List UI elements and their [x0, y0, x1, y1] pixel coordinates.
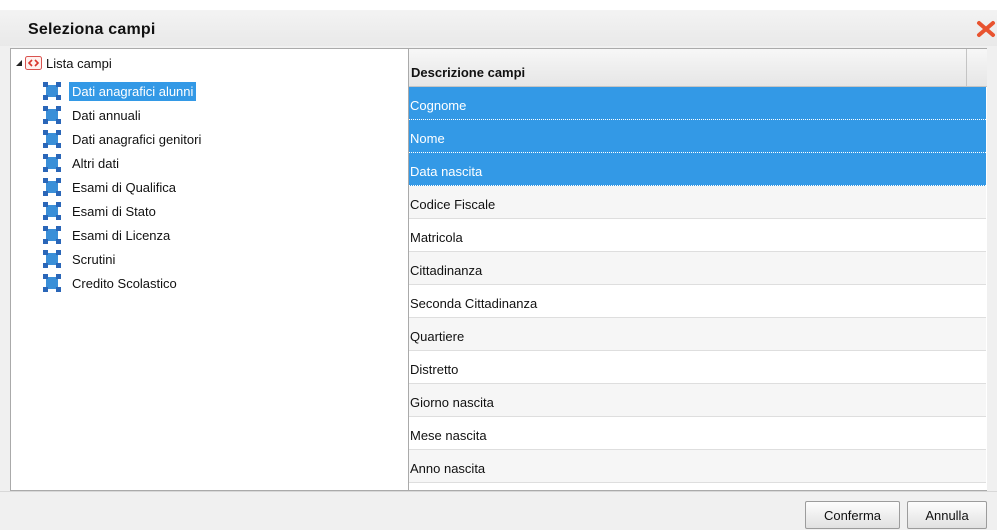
grid-cell: Distretto [410, 362, 459, 377]
tree-item-label: Altri dati [72, 155, 119, 171]
node-square-icon [43, 274, 61, 292]
select-fields-dialog: Seleziona campi Lista campi Dati anagraf… [0, 0, 997, 530]
field-list-tree: Lista campi Dati anagrafici alunni Dati a… [10, 48, 409, 491]
tree-item[interactable]: Esami di Licenza [43, 225, 173, 245]
node-square-icon [43, 202, 61, 220]
node-square-icon [43, 250, 61, 268]
tree-item-label: Esami di Licenza [72, 227, 171, 243]
node-square-icon [43, 130, 61, 148]
tree-item[interactable]: Esami di Qualifica [43, 177, 179, 197]
close-icon[interactable] [975, 18, 997, 40]
tree-item[interactable]: Scrutini [43, 249, 118, 269]
grid-row[interactable]: Quartiere [409, 318, 986, 351]
grid-row[interactable]: Nome [409, 120, 986, 153]
grid-row[interactable]: Cittadinanza [409, 252, 986, 285]
grid-row[interactable]: Distretto [409, 351, 986, 384]
tree-item[interactable]: Esami di Stato [43, 201, 159, 221]
tree-expand-icon[interactable] [15, 59, 23, 67]
code-tag-icon [25, 56, 42, 70]
grid-row[interactable]: Cognome [409, 87, 986, 120]
grid-row[interactable]: Giorno nascita [409, 384, 986, 417]
tree-item[interactable]: Dati anagrafici genitori [43, 129, 204, 149]
confirm-button[interactable]: Conferma [805, 501, 900, 529]
node-square-icon [43, 106, 61, 124]
tree-root[interactable]: Lista campi [15, 55, 112, 71]
dialog-title: Seleziona campi [28, 21, 156, 38]
tree-item-label: Scrutini [72, 251, 116, 267]
node-square-icon [43, 226, 61, 244]
grid-cell: Data nascita [410, 164, 483, 179]
dialog-footer: Conferma Annulla [0, 491, 997, 530]
tree-root-label: Lista campi [46, 55, 112, 71]
node-square-icon [43, 82, 61, 100]
grid-header[interactable]: Descrizione campi [409, 49, 987, 87]
field-description-grid: Descrizione campi Cognome Nome Data nascit… [409, 48, 987, 491]
cancel-button[interactable]: Annulla [907, 501, 987, 529]
grid-header-label: Descrizione campi [411, 65, 526, 80]
tree-item[interactable]: Dati anagrafici alunni [43, 81, 197, 101]
grid-row[interactable]: Data nascita [409, 153, 986, 186]
node-square-icon [43, 154, 61, 172]
tree-item-label: Dati annuali [72, 107, 141, 123]
tree-item-label: Esami di Stato [72, 203, 156, 219]
grid-cell: Nome [410, 131, 445, 146]
grid-header-separator [966, 49, 967, 87]
tree-item[interactable]: Credito Scolastico [43, 273, 180, 293]
dialog-titlebar: Seleziona campi [0, 0, 997, 46]
grid-cell: Cittadinanza [410, 263, 483, 278]
tree-item[interactable]: Altri dati [43, 153, 122, 173]
grid-cell: Anno nascita [410, 461, 486, 476]
tree-item-label: Credito Scolastico [72, 275, 177, 291]
grid-row[interactable]: Matricola [409, 219, 986, 252]
node-square-icon [43, 178, 61, 196]
grid-cell: Codice Fiscale [410, 197, 496, 212]
grid-row[interactable]: Codice Fiscale [409, 186, 986, 219]
grid-cell: Mese nascita [410, 428, 487, 443]
grid-row[interactable]: Anno nascita [409, 450, 986, 483]
grid-cell: Cognome [410, 98, 467, 113]
tree-item-label: Dati anagrafici alunni [69, 81, 197, 101]
grid-cell: Giorno nascita [410, 395, 494, 410]
tree-item-label: Dati anagrafici genitori [72, 131, 202, 147]
grid-row[interactable]: Mese nascita [409, 417, 986, 450]
grid-cell: Matricola [410, 230, 463, 245]
grid-cell: Seconda Cittadinanza [410, 296, 538, 311]
grid-row[interactable]: Seconda Cittadinanza [409, 285, 986, 318]
grid-cell: Quartiere [410, 329, 465, 344]
tree-item-label: Esami di Qualifica [72, 179, 177, 195]
tree-item[interactable]: Dati annuali [43, 105, 144, 125]
